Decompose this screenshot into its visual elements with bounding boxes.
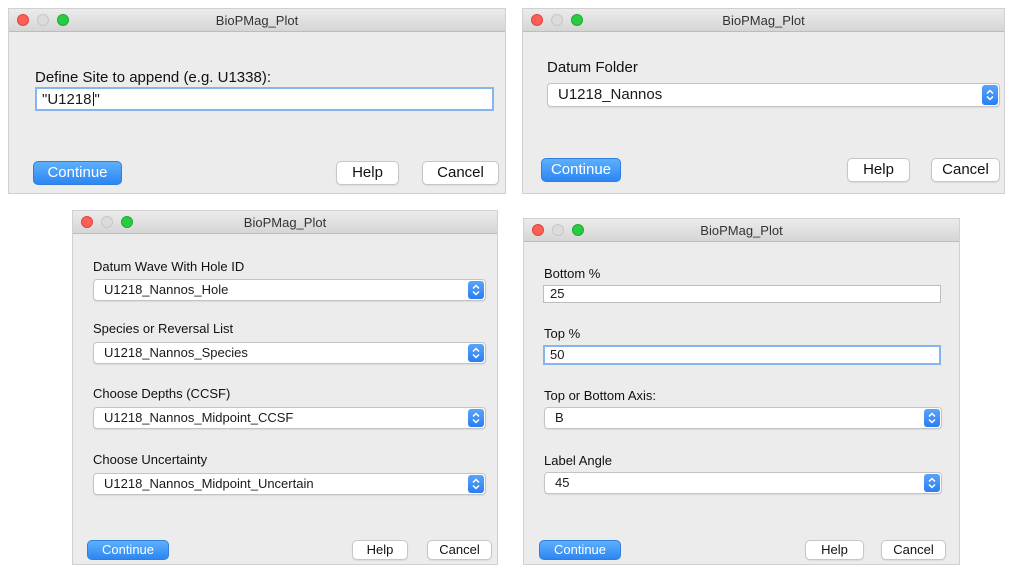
top-percent-label: Top % xyxy=(544,326,581,341)
species-list-label: Species or Reversal List xyxy=(93,321,234,336)
bottom-percent-label: Bottom % xyxy=(544,266,601,281)
help-button[interactable]: Help xyxy=(847,158,910,182)
help-button[interactable]: Help xyxy=(805,540,864,560)
cancel-button[interactable]: Cancel xyxy=(931,158,1000,182)
datum-wave-select[interactable]: U1218_Nannos_Hole xyxy=(93,279,486,301)
title-bar: BioPMag_Plot xyxy=(9,9,505,32)
chevron-up-down-icon xyxy=(468,344,484,362)
title-bar: BioPMag_Plot xyxy=(524,219,959,242)
help-button[interactable]: Help xyxy=(352,540,408,560)
datum-folder-value: U1218_Nannos xyxy=(558,86,663,103)
title-bar: BioPMag_Plot xyxy=(73,211,497,234)
label-angle-select[interactable]: 45 xyxy=(544,472,942,494)
datum-wave-label: Datum Wave With Hole ID xyxy=(93,259,245,274)
label-angle-value: 45 xyxy=(555,475,570,490)
uncertainty-select[interactable]: U1218_Nannos_Midpoint_Uncertain xyxy=(93,473,486,495)
chevron-up-down-icon xyxy=(924,409,940,427)
chevron-up-down-icon xyxy=(924,474,940,492)
depths-label: Choose Depths (CCSF) xyxy=(93,386,231,401)
depths-select[interactable]: U1218_Nannos_Midpoint_CCSF xyxy=(93,407,486,429)
cancel-button[interactable]: Cancel xyxy=(422,161,499,185)
label-angle-label: Label Angle xyxy=(544,453,612,468)
top-percent-input[interactable]: 50 xyxy=(543,345,941,365)
title-bar: BioPMag_Plot xyxy=(523,9,1004,32)
chevron-up-down-icon xyxy=(468,409,484,427)
datum-folder-dialog: BioPMag_Plot Datum Folder U1218_Nannos C… xyxy=(522,8,1005,194)
axis-label: Top or Bottom Axis: xyxy=(544,388,656,403)
window-title: BioPMag_Plot xyxy=(722,13,805,28)
axis-options-dialog: BioPMag_Plot Bottom % 25 Top % 50 Top or… xyxy=(523,218,960,565)
window-title: BioPMag_Plot xyxy=(243,215,327,230)
axis-select[interactable]: B xyxy=(544,407,942,429)
datum-folder-select[interactable]: U1218_Nannos xyxy=(547,83,1000,107)
top-percent-value: 50 xyxy=(550,347,565,362)
bottom-percent-input[interactable]: 25 xyxy=(543,285,941,303)
chevron-up-down-icon xyxy=(982,85,998,105)
site-input-value: "U1218 xyxy=(42,91,92,108)
cancel-button[interactable]: Cancel xyxy=(881,540,946,560)
bottom-percent-value: 25 xyxy=(550,286,565,301)
chevron-up-down-icon xyxy=(468,475,484,493)
species-list-value: U1218_Nannos_Species xyxy=(104,345,248,360)
site-input-value-tail: " xyxy=(94,91,100,108)
help-button[interactable]: Help xyxy=(336,161,399,185)
define-site-label: Define Site to append (e.g. U1338): xyxy=(35,69,271,86)
continue-button[interactable]: Continue xyxy=(87,540,169,560)
depths-value: U1218_Nannos_Midpoint_CCSF xyxy=(104,410,294,425)
window-title: BioPMag_Plot xyxy=(215,13,299,28)
site-input[interactable]: "U1218 " xyxy=(35,87,494,111)
continue-button[interactable]: Continue xyxy=(33,161,122,185)
axis-value: B xyxy=(555,410,564,425)
continue-button[interactable]: Continue xyxy=(539,540,621,560)
uncertainty-value: U1218_Nannos_Midpoint_Uncertain xyxy=(104,476,314,491)
species-list-select[interactable]: U1218_Nannos_Species xyxy=(93,342,486,364)
window-title: BioPMag_Plot xyxy=(700,223,783,238)
cancel-button[interactable]: Cancel xyxy=(427,540,492,560)
text-cursor xyxy=(92,92,94,106)
datum-wave-value: U1218_Nannos_Hole xyxy=(104,282,229,297)
continue-button[interactable]: Continue xyxy=(541,158,621,182)
datum-wave-dialog: BioPMag_Plot Datum Wave With Hole ID U12… xyxy=(72,210,498,565)
uncertainty-label: Choose Uncertainty xyxy=(93,452,208,467)
datum-folder-label: Datum Folder xyxy=(547,59,638,76)
define-site-dialog: BioPMag_Plot Define Site to append (e.g.… xyxy=(8,8,506,194)
chevron-up-down-icon xyxy=(468,281,484,299)
